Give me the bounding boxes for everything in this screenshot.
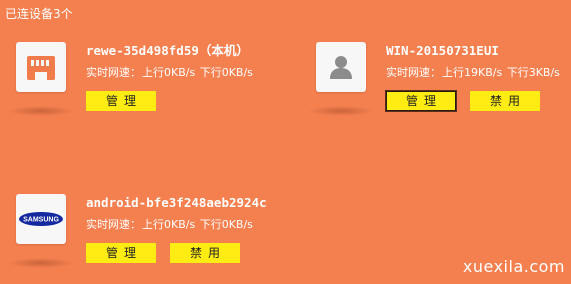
samsung-logo-text: SAMSUNG (23, 217, 59, 224)
user-avatar-icon (316, 42, 366, 92)
icon-shadow (308, 106, 374, 116)
manage-button[interactable]: 管理 (386, 91, 456, 111)
disable-button[interactable]: 禁用 (470, 91, 540, 111)
device-name: android-bfe3f248aeb2924c (86, 195, 267, 210)
manage-button[interactable]: 管理 (86, 91, 156, 111)
upload-speed: 上行0KB/s (142, 66, 196, 79)
speed-label: 实时网速： (386, 66, 441, 79)
speed-label: 实时网速： (86, 218, 141, 231)
download-speed: 下行0KB/s (199, 66, 253, 79)
ethernet-port-icon (16, 42, 66, 92)
device-name: WIN-20150731EUI (386, 43, 499, 58)
speed-label: 实时网速： (86, 66, 141, 79)
samsung-logo-icon: SAMSUNG (16, 194, 66, 244)
samsung-logo-graphic: SAMSUNG (19, 212, 63, 226)
device-name: rewe-35d498fd59（本机） (86, 43, 249, 58)
realtime-speed: 实时网速：上行0KB/s 下行0KB/s (86, 66, 254, 80)
disable-button[interactable]: 禁用 (170, 243, 240, 263)
upload-speed: 上行19KB/s (442, 66, 503, 79)
upload-speed: 上行0KB/s (142, 218, 196, 231)
icon-shadow (8, 258, 74, 268)
realtime-speed: 实时网速：上行0KB/s 下行0KB/s (86, 218, 254, 232)
icon-shadow (8, 106, 74, 116)
download-speed: 下行0KB/s (199, 218, 253, 231)
device-card-1: rewe-35d498fd59（本机） 实时网速：上行0KB/s 下行0KB/s… (8, 42, 286, 132)
user-avatar-icon-graphic (330, 56, 352, 79)
device-card-2: WIN-20150731EUI 实时网速：上行19KB/s 下行3KB/s 管理… (308, 42, 571, 132)
manage-button[interactable]: 管理 (86, 243, 156, 263)
watermark: xuexila.com (462, 257, 565, 276)
ethernet-port-icon-graphic (27, 56, 55, 80)
realtime-speed: 实时网速：上行19KB/s 下行3KB/s (386, 66, 561, 80)
connected-devices-count: 已连设备3个 (5, 7, 73, 21)
device-card-3: SAMSUNG android-bfe3f248aeb2924c 实时网速：上行… (8, 194, 286, 284)
download-speed: 下行3KB/s (506, 66, 560, 79)
